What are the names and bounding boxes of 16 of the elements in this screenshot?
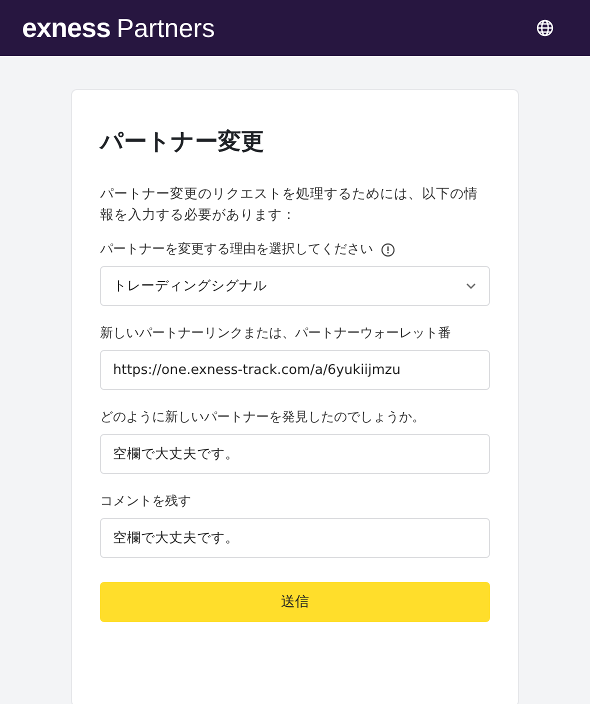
field-label: どのように新しいパートナーを発見したのでしょうか。 <box>100 409 425 427</box>
intro-text: パートナー変更のリクエストを処理するためには、以下の情報を入力する必要があります： <box>100 185 479 225</box>
info-icon[interactable] <box>381 243 395 257</box>
submit-button[interactable]: 送信 <box>100 582 490 622</box>
chevron-down-icon <box>465 282 477 290</box>
input-field[interactable]: 空欄で大丈夫です。 <box>100 518 490 558</box>
reason-dropdown[interactable]: トレーディングシグナル <box>100 266 490 306</box>
globe-icon[interactable] <box>536 19 554 37</box>
input-field[interactable]: 空欄で大丈夫です。 <box>100 434 490 474</box>
field-label: パートナーを変更する理由を選択してください <box>100 241 373 259</box>
field-label: 新しいパートナーリンクまたは、パートナーウォーレット番 <box>100 325 451 343</box>
field-label: コメントを残す <box>100 493 191 511</box>
logo[interactable]: exness <box>22 12 111 44</box>
logo-suffix: Partners <box>116 12 215 44</box>
input-field[interactable]: https://one.exness-track.com/a/6yukiijmzu <box>100 350 490 390</box>
page-title: パートナー変更 <box>100 128 265 157</box>
